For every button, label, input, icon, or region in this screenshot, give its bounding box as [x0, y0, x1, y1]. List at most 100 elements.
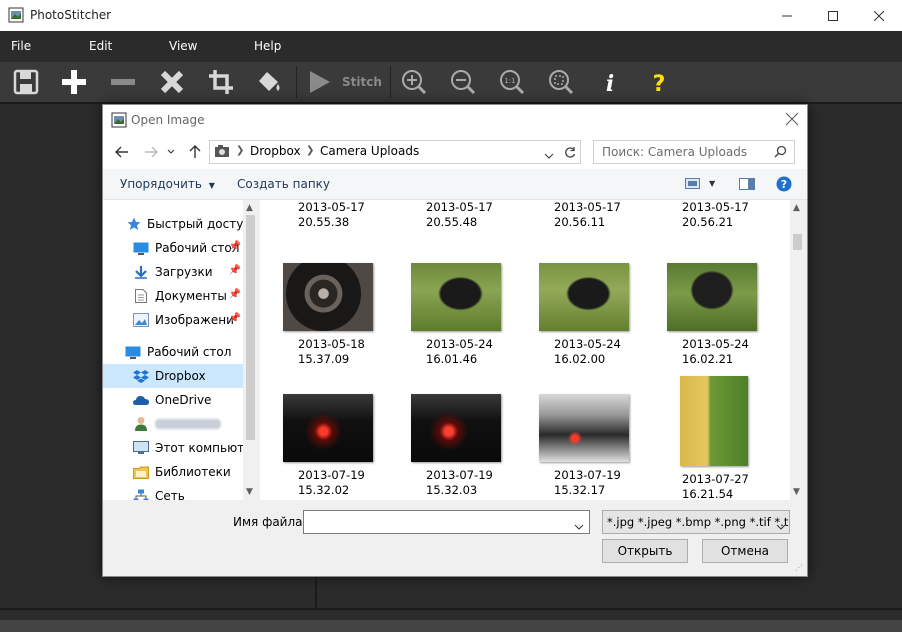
file-thumbnail[interactable]: 2013-07-19 15.32.17	[516, 394, 644, 500]
preview-pane-icon[interactable]	[739, 178, 755, 193]
nav-documents[interactable]: Документы 📌	[103, 284, 243, 308]
nav-scroll-thumb[interactable]	[246, 215, 255, 440]
file-thumbnail[interactable]: 2013-05-17 20.56.11	[516, 200, 644, 254]
zoom-out-icon[interactable]	[445, 64, 481, 100]
forward-icon[interactable]	[141, 143, 161, 161]
library-icon	[133, 464, 149, 480]
file-thumbnail[interactable]: 2013-05-17 20.55.38	[260, 200, 388, 254]
scroll-up-arrow-icon[interactable]: ▲	[246, 203, 253, 213]
file-time: 15.37.09	[298, 352, 350, 366]
back-icon[interactable]	[112, 143, 132, 161]
nav-this-pc[interactable]: Этот компьютер	[103, 436, 258, 460]
file-thumbnail[interactable]: 2013-05-24 16.02.21	[644, 263, 772, 391]
nav-label: Документы	[155, 289, 227, 303]
open-button[interactable]: Открыть	[602, 539, 688, 563]
menu-view[interactable]: View	[169, 39, 197, 53]
menu-edit[interactable]: Edit	[89, 39, 112, 53]
filename-input[interactable]	[303, 510, 590, 534]
nav-network[interactable]: Сеть	[103, 484, 243, 500]
file-thumbnail[interactable]: 2013-05-18 15.37.09	[260, 263, 388, 391]
nav-label: Рабочий стол	[155, 241, 240, 255]
fill-bucket-icon[interactable]	[252, 64, 288, 100]
save-icon[interactable]	[8, 64, 44, 100]
photo-garden-car-image	[411, 263, 501, 331]
nav-pane-scrollbar[interactable]: ▲ ▼	[243, 200, 258, 500]
scroll-down-arrow-icon[interactable]: ▼	[793, 487, 800, 497]
recent-locations-chevron-icon[interactable]	[165, 143, 177, 161]
cancel-button[interactable]: Отмена	[702, 539, 788, 563]
new-folder-button[interactable]: Создать папку	[237, 177, 330, 191]
pin-icon: 📌	[228, 289, 241, 300]
menu-help[interactable]: Help	[254, 39, 281, 53]
filename-dropdown-chevron-icon[interactable]	[574, 519, 584, 533]
file-thumbnail[interactable]: 2013-07-19 15.32.02	[260, 394, 388, 500]
search-input[interactable]: Поиск: Camera Uploads	[593, 140, 795, 164]
info-icon[interactable]: i	[592, 64, 628, 100]
file-date: 2013-05-24	[682, 337, 749, 351]
zoom-in-icon[interactable]	[396, 64, 432, 100]
minimize-button[interactable]	[764, 0, 810, 31]
resize-grip-icon[interactable]: ⋰	[795, 563, 803, 572]
nav-dropbox[interactable]: Dropbox	[103, 364, 243, 388]
nav-libraries[interactable]: Библиотеки	[103, 460, 243, 484]
nav-desktop[interactable]: Рабочий стол	[103, 340, 243, 364]
dialog-app-icon	[111, 112, 127, 131]
stitch-button[interactable]: Stitch	[306, 64, 382, 100]
up-folder-icon[interactable]	[185, 143, 205, 161]
breadcrumb-dropbox[interactable]: Dropbox	[250, 144, 301, 158]
desktop-icon	[133, 240, 149, 256]
user-icon	[133, 416, 149, 432]
nav-downloads[interactable]: Загрузки 📌	[103, 260, 243, 284]
zoom-fit-icon[interactable]	[543, 64, 579, 100]
filter-dropdown-chevron-icon	[776, 519, 786, 533]
file-type-filter-select[interactable]: *.jpg *.jpeg *.bmp *.png *.tif *.t	[602, 510, 790, 534]
file-thumbnail[interactable]: 2013-07-27 16.21.54	[644, 376, 772, 500]
file-thumbnail[interactable]: 2013-05-17 20.56.21	[644, 200, 772, 254]
delete-icon[interactable]	[154, 64, 190, 100]
zoom-actual-size-icon[interactable]: 1:1	[494, 64, 530, 100]
app-title-bar: PhotoStitcher	[0, 0, 902, 31]
organize-chevron-icon: ▼	[208, 181, 215, 190]
address-row: ❯ Dropbox ❯ Camera Uploads Поиск: Camera…	[103, 135, 807, 169]
address-dropdown-chevron-icon[interactable]	[544, 148, 554, 162]
nav-pictures[interactable]: Изображени 📌	[103, 308, 243, 332]
remove-icon[interactable]	[105, 64, 141, 100]
file-date: 2013-05-17	[554, 200, 621, 214]
file-thumbnail[interactable]: 2013-05-24 16.02.00	[516, 263, 644, 391]
nav-user-folder[interactable]	[103, 412, 243, 436]
pin-icon: 📌	[228, 313, 241, 324]
svg-text:?: ?	[781, 178, 787, 191]
help-icon[interactable]: ?	[776, 176, 792, 195]
add-icon[interactable]	[56, 64, 92, 100]
dialog-title-bar: Open Image	[103, 105, 807, 135]
dropbox-icon	[133, 368, 149, 384]
scroll-down-arrow-icon[interactable]: ▼	[246, 487, 253, 497]
file-thumbnail[interactable]: 2013-05-24 16.01.46	[388, 263, 516, 391]
scroll-up-arrow-icon[interactable]: ▲	[793, 203, 800, 213]
refresh-icon[interactable]	[560, 140, 581, 164]
nav-quick-access[interactable]: Быстрый доступ	[103, 212, 251, 236]
crop-icon[interactable]	[203, 64, 239, 100]
nav-desktop-pinned[interactable]: Рабочий стол 📌	[103, 236, 243, 260]
view-mode-icon[interactable]	[685, 178, 701, 193]
file-date: 2013-05-18	[298, 337, 365, 351]
menu-file[interactable]: File	[11, 39, 31, 53]
file-view-scrollbar[interactable]: ▲ ▼	[790, 200, 805, 500]
maximize-button[interactable]	[810, 0, 856, 31]
organize-button[interactable]: Упорядочить ▼	[120, 177, 215, 191]
file-date: 2013-05-17	[682, 200, 749, 214]
file-thumbnail[interactable]: 2013-07-19 15.32.03	[388, 394, 516, 500]
dialog-title: Open Image	[131, 113, 205, 127]
address-bar[interactable]: ❯ Dropbox ❯ Camera Uploads	[209, 140, 561, 164]
file-scroll-thumb[interactable]	[793, 234, 802, 250]
nav-onedrive[interactable]: OneDrive	[103, 388, 243, 412]
file-thumbnail[interactable]: 2013-05-17 20.55.48	[388, 200, 516, 254]
help-icon[interactable]: ?	[641, 64, 677, 100]
navigation-pane: Быстрый доступ Рабочий стол 📌 Загрузки 📌…	[103, 200, 258, 500]
view-mode-chevron-icon[interactable]: ▼	[709, 179, 715, 188]
photo-taillights-image	[411, 394, 501, 462]
close-window-button[interactable]	[856, 0, 902, 31]
dialog-close-icon[interactable]	[785, 112, 799, 129]
file-time: 16.01.46	[426, 352, 478, 366]
breadcrumb-camera-uploads[interactable]: Camera Uploads	[320, 144, 419, 158]
